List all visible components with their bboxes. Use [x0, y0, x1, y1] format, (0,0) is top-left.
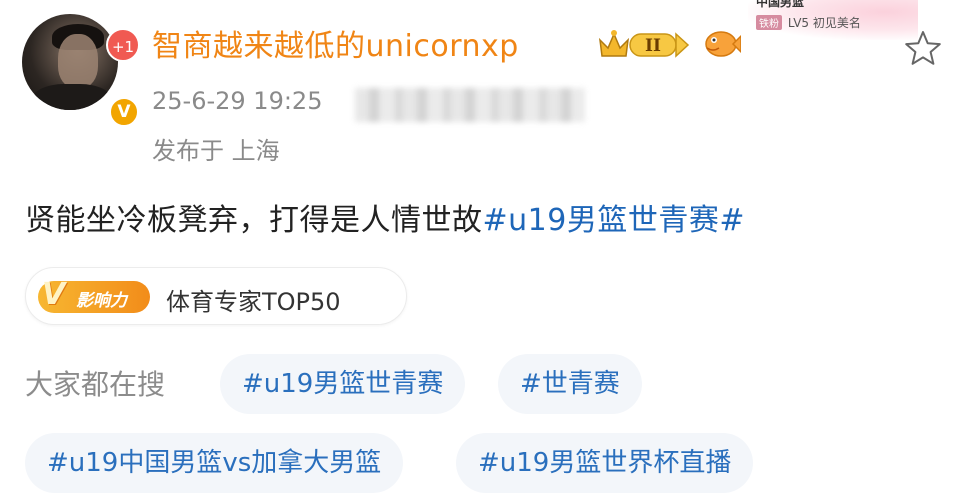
influence-logo: V 影响力 — [38, 277, 150, 313]
post-text-body: 贤能坐冷板凳弃，打得是人情世故 — [25, 203, 483, 238]
plus-badge: +1 — [106, 28, 140, 62]
influence-label: 体育专家TOP50 — [166, 288, 341, 316]
post-hashtag-link[interactable]: #u19男篮世青赛# — [483, 203, 745, 238]
verified-badge-icon: V — [108, 96, 140, 128]
post-location: 发布于 上海 — [152, 137, 280, 165]
avatar[interactable] — [22, 14, 118, 110]
trending-chip[interactable]: #世青赛 — [498, 354, 642, 414]
post-text: 贤能坐冷板凳弃，打得是人情世故#u19男篮世青赛# — [25, 195, 745, 239]
post-time: 25-6-29 19:25 — [152, 87, 323, 115]
username[interactable]: 智商越来越低的unicornxp — [152, 21, 519, 65]
influence-logo-text: 影响力 — [76, 291, 127, 311]
avatar-body — [32, 84, 112, 110]
influence-pill[interactable]: V 影响力 体育专家TOP50 — [25, 267, 407, 325]
trending-chip[interactable]: #u19中国男篮vs加拿大男篮 — [25, 433, 404, 493]
crown-rank-icon[interactable]: II — [596, 26, 694, 62]
trending-chip[interactable]: #u19男篮世青赛 — [220, 354, 466, 414]
avatar-container[interactable]: +1 V — [22, 14, 140, 128]
blurred-source — [355, 88, 585, 122]
avatar-face — [58, 34, 98, 88]
rank-label: II — [645, 36, 661, 56]
star-icon[interactable] — [903, 28, 943, 68]
fan-level: 铁粉 LV5 初见美名 — [756, 14, 861, 31]
fish-icon[interactable] — [703, 26, 741, 60]
trending-chip[interactable]: #u19男篮世界杯直播 — [456, 433, 754, 493]
influence-logo-v: V — [42, 277, 66, 312]
corner-top-text: 中国男篮 — [756, 0, 805, 9]
fan-level-tag: 铁粉 — [756, 15, 782, 30]
fan-level-text: LV5 初见美名 — [787, 16, 861, 30]
trending-label: 大家都在搜 — [25, 368, 166, 401]
